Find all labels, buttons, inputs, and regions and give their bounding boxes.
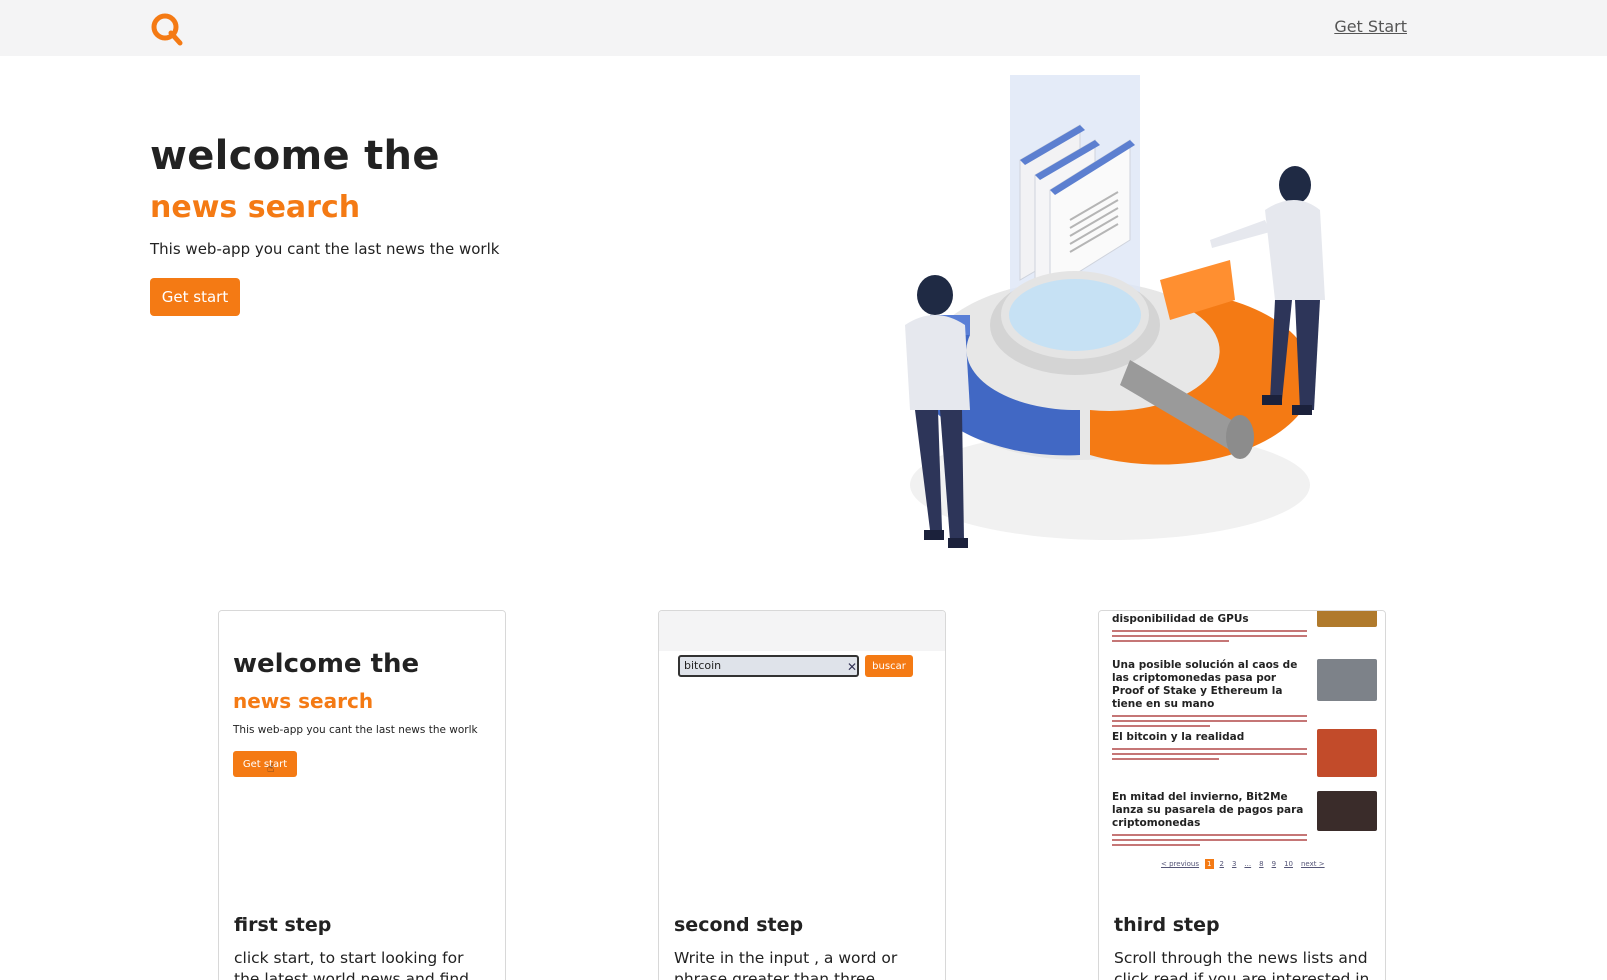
page-ellipsis: ... — [1244, 860, 1252, 868]
x-icon: ✕ — [847, 660, 858, 674]
card-text: Scroll through the news lists and click … — [1114, 949, 1370, 980]
hero-subtitle: news search — [150, 190, 361, 225]
navbar: Get Start — [0, 0, 1607, 56]
hero-illustration — [905, 75, 1325, 548]
preview-search-button: buscar — [865, 655, 913, 677]
page-previous: < previous — [1161, 860, 1200, 868]
preview-description: This web-app you cant the last news the … — [233, 724, 478, 736]
preview-get-start-button: Get start — [233, 751, 297, 777]
page-1: 1 — [1205, 859, 1214, 869]
step-3-preview: disponibilidad de GPUs Una posible soluc… — [1099, 611, 1385, 893]
news-title: Una posible solución al caos de las crip… — [1112, 659, 1298, 710]
card-title: third step — [1114, 914, 1220, 936]
preview-search-input: bitcoin — [678, 655, 859, 677]
preview-pagination: < previous 1 2 3 ... 8 9 10 next > — [1159, 859, 1327, 869]
news-title: disponibilidad de GPUs — [1112, 613, 1249, 625]
step-card-2: bitcoin ✕ buscar second step Write in th… — [658, 610, 946, 980]
news-item: disponibilidad de GPUs — [1112, 611, 1377, 642]
preview-navbar — [659, 611, 945, 651]
hero-description: This web-app you cant the last news the … — [150, 240, 500, 258]
page-2: 2 — [1219, 860, 1224, 868]
card-title: second step — [674, 914, 804, 936]
card-text: Write in the input , a word or phrase gr… — [674, 949, 898, 980]
page-10: 10 — [1284, 860, 1293, 868]
step-card-3: disponibilidad de GPUs Una posible soluc… — [1098, 610, 1386, 980]
step-2-preview: bitcoin ✕ buscar — [659, 611, 945, 893]
news-thumbnail — [1317, 659, 1377, 701]
page-next: next > — [1300, 860, 1325, 868]
get-start-button[interactable]: Get start — [150, 278, 240, 316]
page-3: 3 — [1231, 860, 1237, 868]
page-8: 8 — [1259, 860, 1264, 868]
news-thumbnail — [1317, 611, 1377, 627]
card-text: click start, to start looking for the la… — [234, 949, 470, 980]
news-item: Una posible solución al caos de las crip… — [1112, 659, 1377, 727]
news-title: El bitcoin y la realidad — [1112, 731, 1245, 743]
step-card-1: welcome the news search This web-app you… — [218, 610, 506, 980]
hero-title: welcome the — [150, 133, 440, 179]
preview-title: welcome the — [233, 649, 420, 679]
step-1-preview: welcome the news search This web-app you… — [219, 611, 505, 893]
preview-subtitle: news search — [233, 689, 374, 713]
news-item: En mitad del invierno, Bit2Me lanza su p… — [1112, 791, 1377, 846]
hand-cursor-icon: ☝ — [267, 761, 275, 775]
news-title: En mitad del invierno, Bit2Me lanza su p… — [1112, 791, 1304, 829]
card-title: first step — [234, 914, 332, 936]
news-thumbnail — [1317, 791, 1377, 831]
page-9: 9 — [1271, 860, 1277, 868]
search-logo-icon[interactable] — [150, 12, 184, 46]
get-start-link[interactable]: Get Start — [1334, 17, 1407, 36]
news-thumbnail — [1317, 729, 1377, 777]
news-item: El bitcoin y la realidad — [1112, 729, 1377, 777]
